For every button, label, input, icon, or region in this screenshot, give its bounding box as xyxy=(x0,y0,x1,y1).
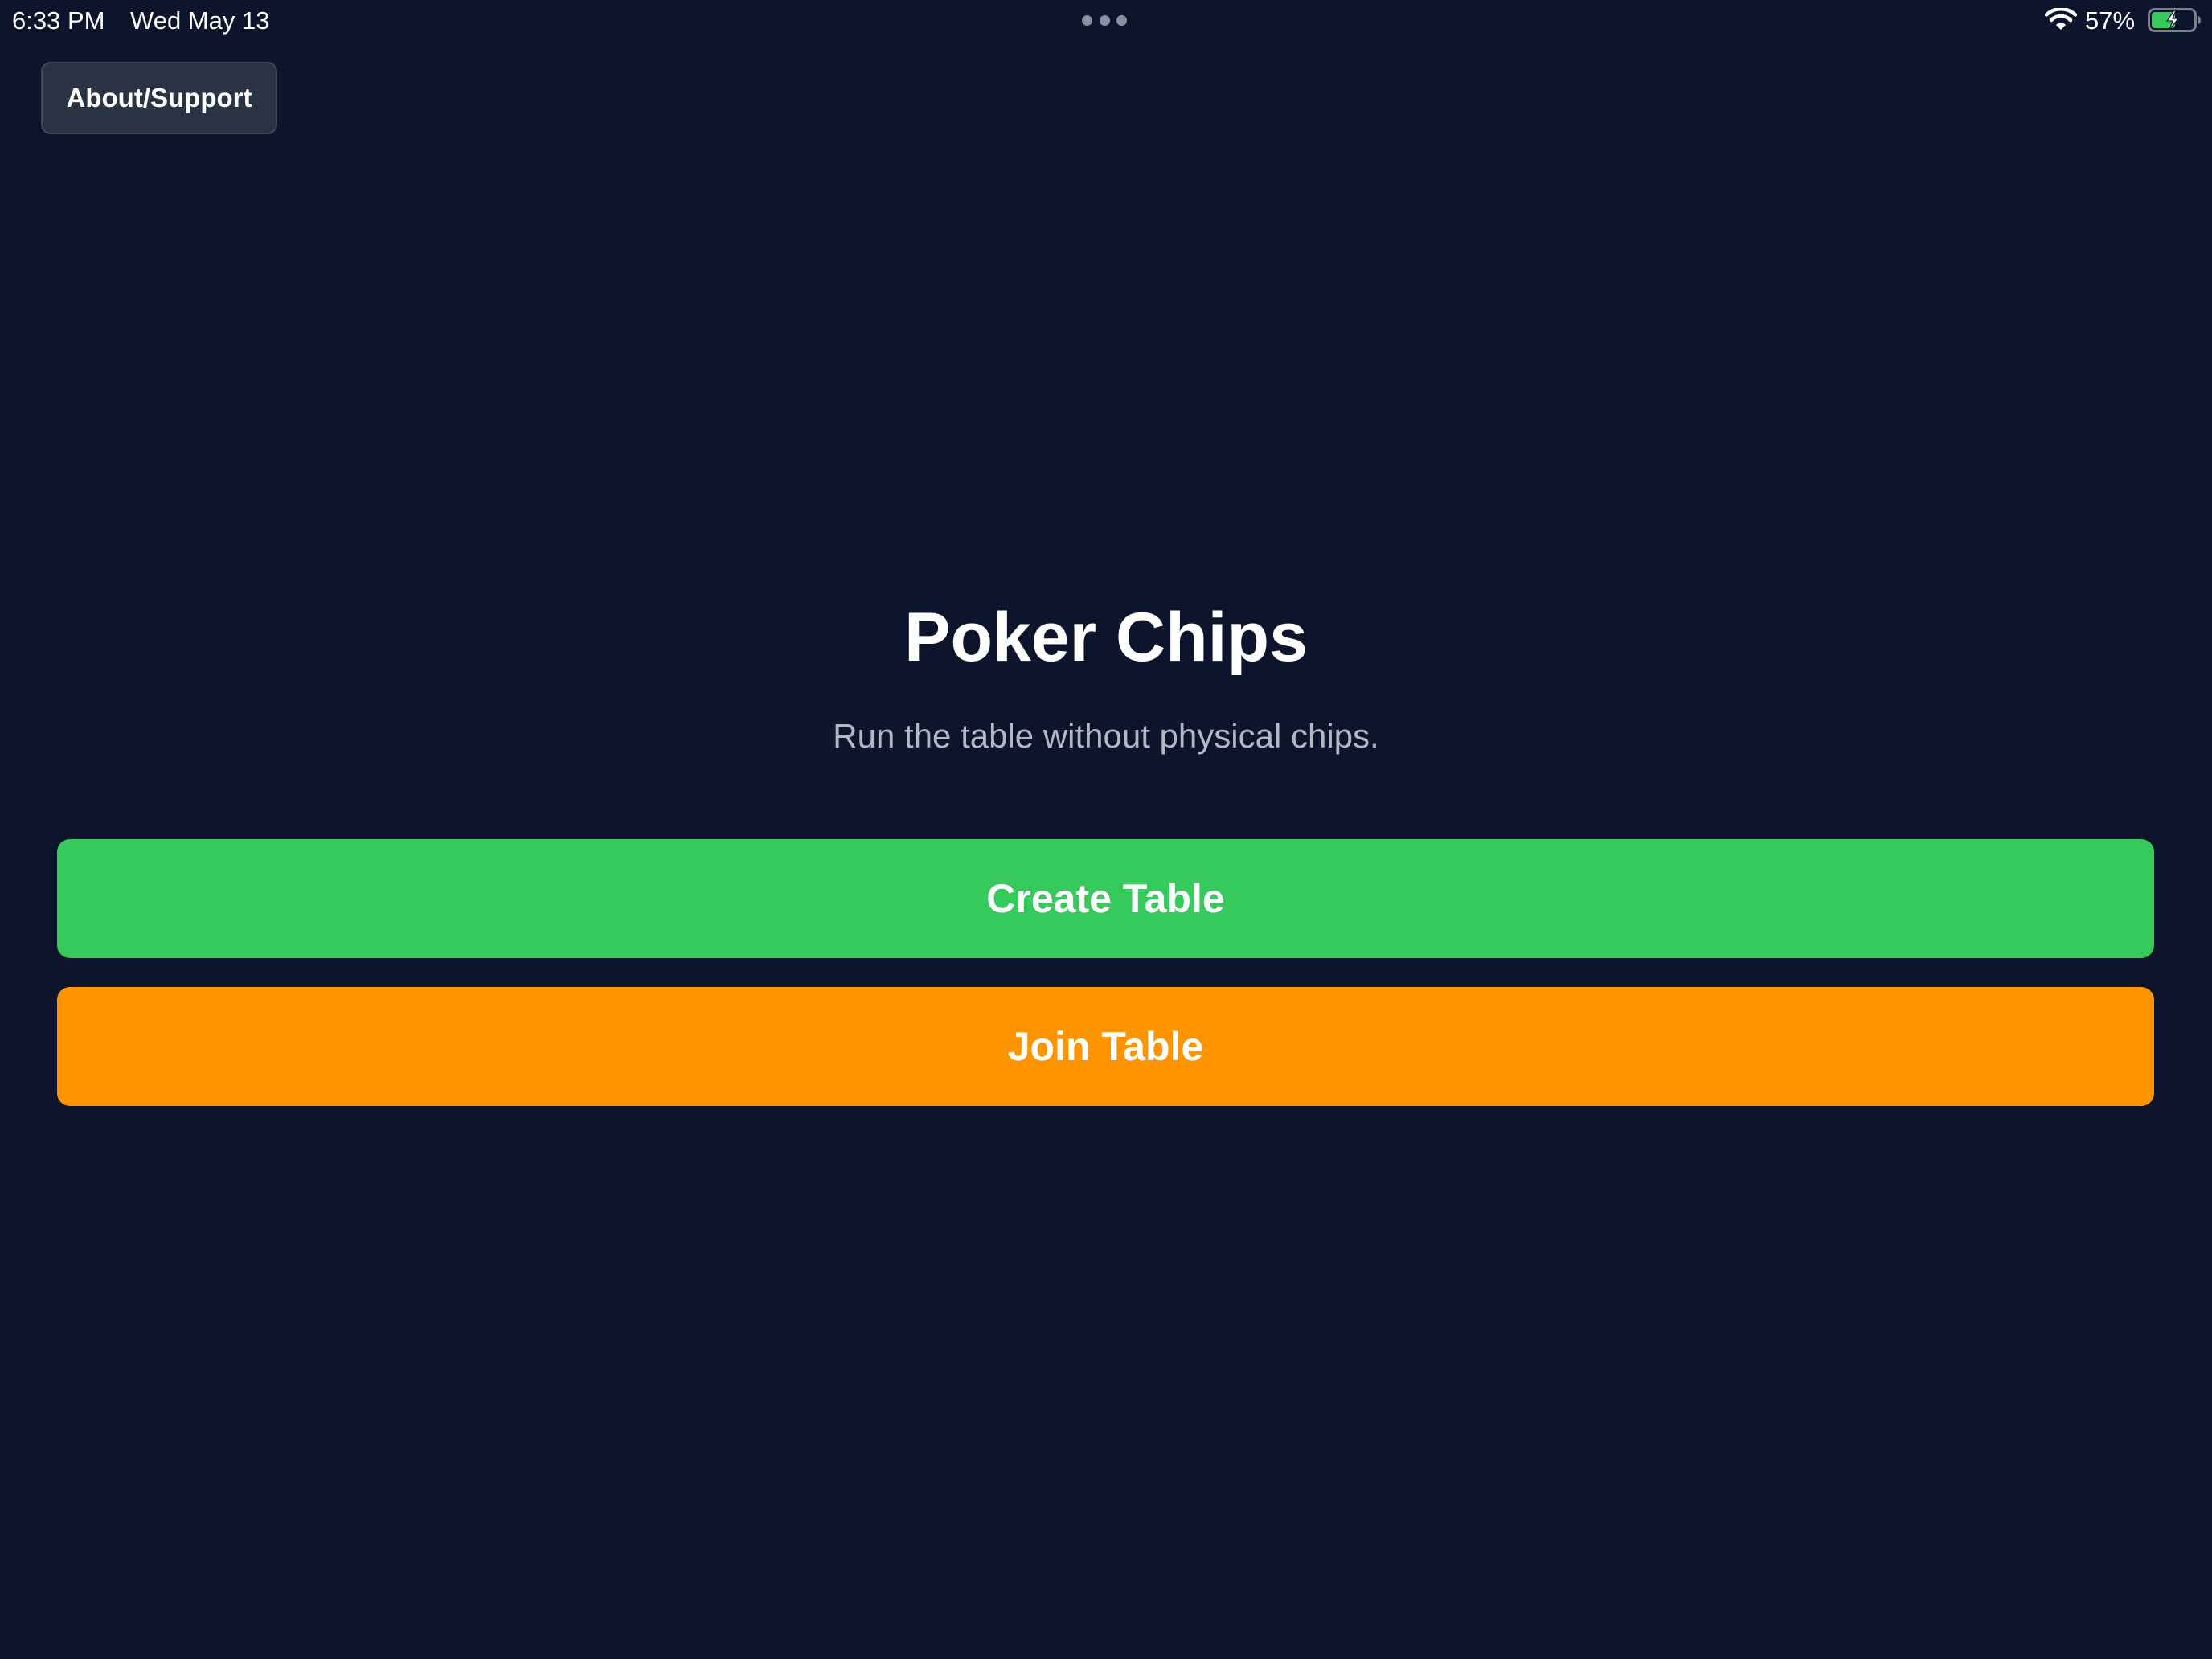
status-time: 6:33 PM xyxy=(12,6,105,35)
page-title: Poker Chips xyxy=(904,599,1308,676)
status-date: Wed May 13 xyxy=(130,6,270,35)
dot xyxy=(1082,14,1092,26)
about-support-button[interactable]: About/Support xyxy=(41,62,277,134)
multitasking-dots-icon[interactable] xyxy=(1082,14,1127,26)
create-table-button[interactable]: Create Table xyxy=(57,839,2154,958)
battery-percentage: 57% xyxy=(2085,6,2136,35)
wifi-icon xyxy=(2045,8,2077,30)
app-screen: 6:33 PM Wed May 13 57% About/Support Pok… xyxy=(0,0,2212,1659)
page-subtitle: Run the table without physical chips. xyxy=(833,717,1379,755)
dot xyxy=(1116,14,1127,26)
join-table-button[interactable]: Join Table xyxy=(57,987,2154,1106)
dot xyxy=(1099,14,1110,26)
battery-charging-icon xyxy=(2148,8,2201,32)
